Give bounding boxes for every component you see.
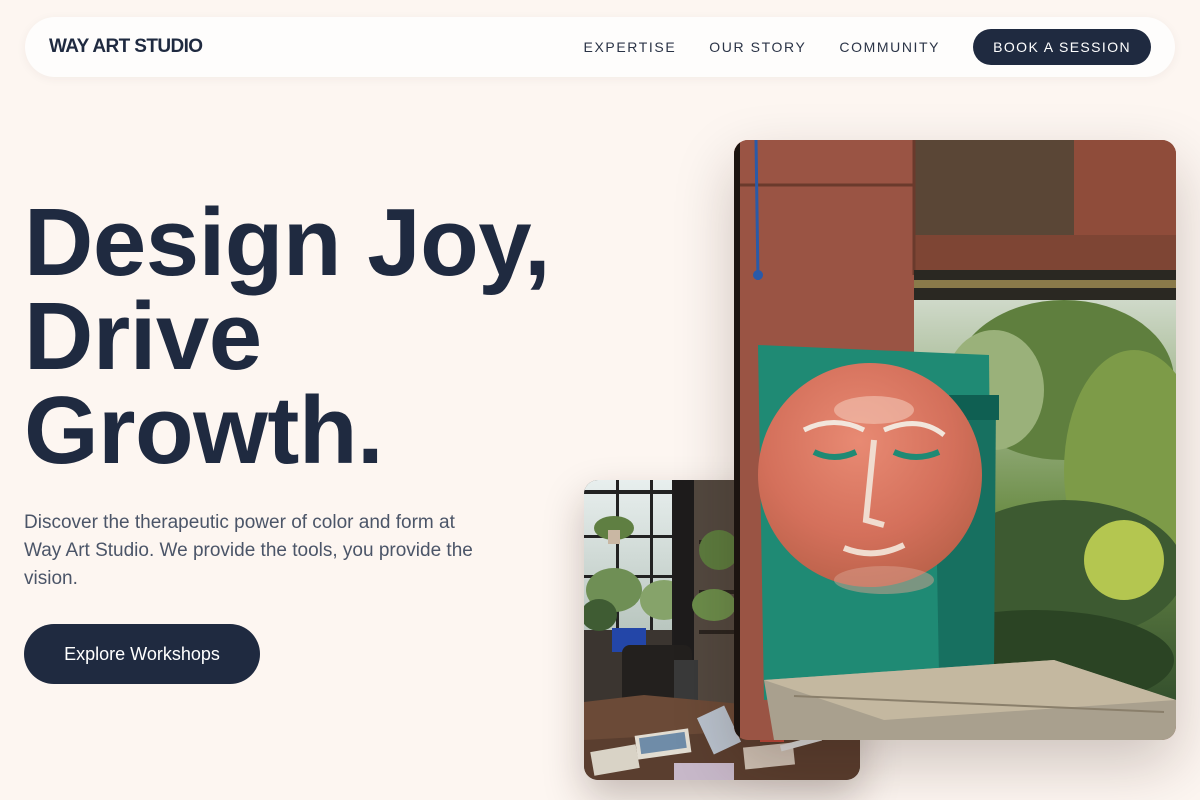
hero-description: Discover the therapeutic power of color … <box>24 512 473 589</box>
headline-line-2: Drive <box>24 283 262 390</box>
logo[interactable]: WAY ART STUDIO <box>49 36 203 58</box>
nav-link-expertise[interactable]: EXPERTISE <box>584 39 677 55</box>
mural-photo <box>734 140 1176 740</box>
headline-line-1: Design Joy, <box>24 189 551 296</box>
top-nav: WAY ART STUDIO EXPERTISE OUR STORY COMMU… <box>25 17 1175 77</box>
headline-line-3: Growth. <box>24 377 384 484</box>
book-session-button[interactable]: BOOK A SESSION <box>973 29 1151 65</box>
explore-workshops-button[interactable]: Explore Workshops <box>24 624 260 684</box>
nav-link-our-story[interactable]: OUR STORY <box>709 39 806 55</box>
nav-links: EXPERTISE OUR STORY COMMUNITY BOOK A SES… <box>584 29 1151 65</box>
nav-link-community[interactable]: COMMUNITY <box>839 39 940 55</box>
hero-headline: Design Joy, Drive Growth. <box>24 189 624 484</box>
